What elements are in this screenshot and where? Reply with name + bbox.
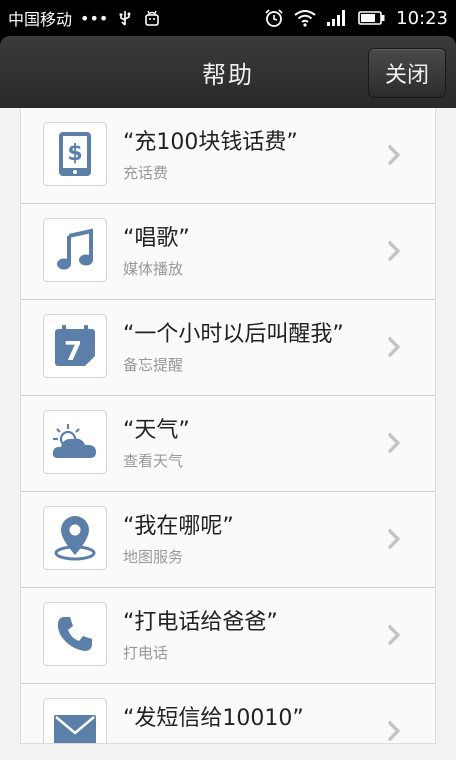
- close-button[interactable]: 关闭: [368, 48, 446, 98]
- notification-dots: •••: [80, 8, 109, 28]
- help-list[interactable]: $ “充100块钱话费” 充话费 “唱歌” 媒体播放 7 “一个小时以后叫醒我”…: [20, 108, 436, 744]
- usb-icon: [116, 9, 134, 27]
- item-title: “一个小时以后叫醒我”: [123, 322, 344, 347]
- envelope-icon: [43, 698, 107, 743]
- android-debug-icon: [142, 8, 162, 28]
- item-subtitle: 媒体播放: [123, 260, 184, 278]
- calendar-day: 7: [64, 337, 82, 367]
- title-bar: 帮助 关闭: [0, 36, 456, 108]
- item-title: “唱歌”: [123, 226, 190, 251]
- signal-icon: [326, 9, 348, 27]
- calendar-icon: 7: [43, 314, 107, 378]
- battery-icon: [358, 10, 386, 26]
- item-title: “天气”: [123, 418, 190, 443]
- phone-dollar-icon: $: [43, 122, 107, 186]
- chevron-right-icon: [388, 145, 400, 165]
- alarm-icon: [264, 8, 284, 28]
- location-pin-icon: [43, 506, 107, 570]
- phone-handset-icon: [43, 602, 107, 666]
- list-item-weather[interactable]: “天气” 查看天气: [21, 396, 435, 492]
- list-item-music[interactable]: “唱歌” 媒体播放: [21, 204, 435, 300]
- weather-icon: [43, 410, 107, 474]
- item-subtitle: 查看天气: [123, 452, 184, 470]
- svg-text:$: $: [67, 141, 82, 166]
- list-item-call[interactable]: “打电话给爸爸” 打电话: [21, 588, 435, 684]
- item-title: “发短信给10010”: [123, 706, 304, 731]
- music-note-icon: [43, 218, 107, 282]
- item-title: “打电话给爸爸”: [123, 610, 278, 635]
- item-subtitle: 备忘提醒: [123, 356, 184, 374]
- item-subtitle: 充话费: [123, 164, 169, 182]
- chevron-right-icon: [388, 241, 400, 261]
- chevron-right-icon: [388, 433, 400, 453]
- clock: 10:23: [396, 7, 448, 29]
- carrier-name: 中国移动: [8, 10, 73, 29]
- list-item-recharge[interactable]: $ “充100块钱话费” 充话费: [21, 108, 435, 204]
- chevron-right-icon: [388, 625, 400, 645]
- item-title: “充100块钱话费”: [123, 130, 298, 155]
- wifi-icon: [294, 9, 316, 27]
- item-title: “我在哪呢”: [123, 514, 234, 539]
- list-item-location[interactable]: “我在哪呢” 地图服务: [21, 492, 435, 588]
- list-item-sms[interactable]: “发短信给10010”: [21, 684, 435, 743]
- item-subtitle: 地图服务: [123, 548, 184, 566]
- page-title: 帮助: [202, 60, 254, 89]
- chevron-right-icon: [388, 721, 400, 741]
- chevron-right-icon: [388, 337, 400, 357]
- status-bar: 中国移动 ••• 10:23: [0, 0, 456, 36]
- list-item-reminder[interactable]: 7 “一个小时以后叫醒我” 备忘提醒: [21, 300, 435, 396]
- help-content[interactable]: $ “充100块钱话费” 充话费 “唱歌” 媒体播放 7 “一个小时以后叫醒我”…: [0, 108, 456, 760]
- item-subtitle: 打电话: [123, 644, 169, 662]
- chevron-right-icon: [388, 529, 400, 549]
